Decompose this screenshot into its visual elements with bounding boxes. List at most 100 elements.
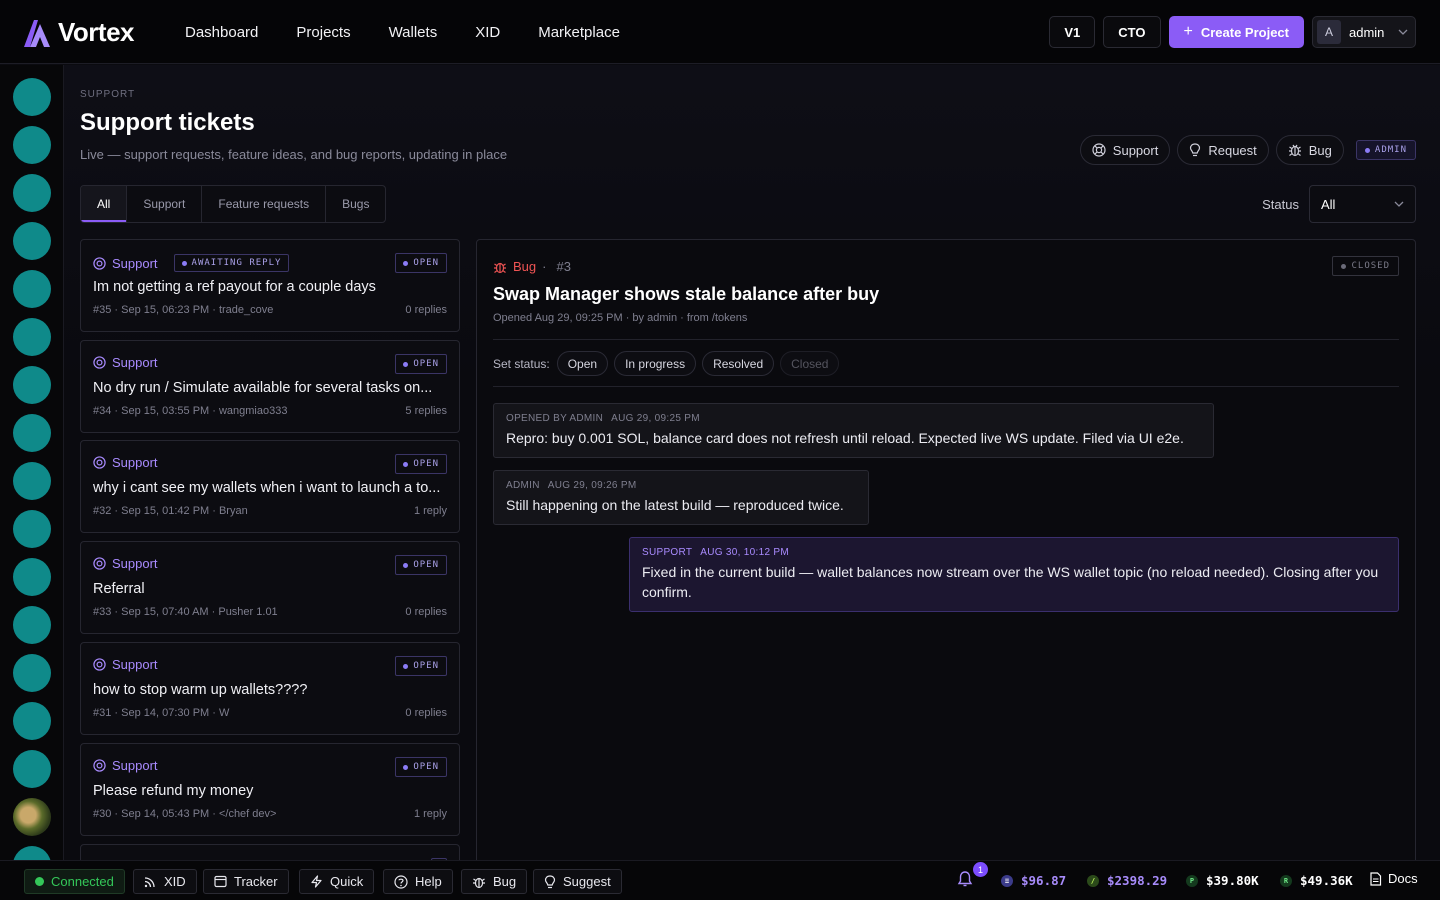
user-menu[interactable]: A admin <box>1312 16 1416 48</box>
detail-category: Bug · #3 <box>493 259 571 274</box>
bug-icon <box>494 262 506 273</box>
document-icon <box>1370 871 1382 886</box>
sidebar-project-avatar[interactable] <box>13 750 51 788</box>
ticket-card[interactable]: Support OPEN Please refund my money #30 … <box>80 743 460 836</box>
ticket-replies: 0 replies <box>405 304 447 316</box>
ticket-card[interactable]: Support OPEN Referral #33 · Sep 15, 07:4… <box>80 541 460 634</box>
sidebar-project-avatar[interactable] <box>13 558 51 596</box>
status-select-value: All <box>1321 196 1336 212</box>
ticket-meta: #31 · Sep 14, 07:30 PM · W <box>93 707 230 719</box>
new-request-button[interactable]: Request <box>1177 135 1269 165</box>
ticket-replies: 0 replies <box>405 606 447 618</box>
ticket-card[interactable]: Support AWAITING REPLY OPEN Im not getti… <box>80 239 460 332</box>
status-open-button[interactable]: Open <box>556 351 609 376</box>
sidebar-project-avatar[interactable] <box>13 414 51 452</box>
sidebar-project-avatar[interactable] <box>13 798 51 836</box>
ticket-meta: #32 · Sep 15, 01:42 PM · Bryan <box>93 505 248 517</box>
price-value: $49.36K <box>1300 873 1353 888</box>
lifebuoy-icon <box>93 557 106 570</box>
price-value: $39.80K <box>1206 873 1259 888</box>
chevron-down-icon <box>1394 201 1404 207</box>
badge-dot-icon <box>403 562 409 568</box>
ticket-card[interactable]: Support OPEN how to stop warm up wallets… <box>80 642 460 735</box>
nav-wallets[interactable]: Wallets <box>389 24 438 41</box>
ticket-card[interactable]: Support OPEN why i cant see my wallets w… <box>80 440 460 533</box>
status-select[interactable]: All <box>1309 185 1416 223</box>
suggest-button[interactable]: Suggest <box>533 869 622 894</box>
page-eyebrow: SUPPORT <box>80 89 136 100</box>
price-value: $2398.29 <box>1107 873 1168 888</box>
ticket-replies: 1 reply <box>413 808 447 820</box>
price-ticker: / $2398.29 <box>1087 873 1167 888</box>
awaiting-reply-badge: AWAITING REPLY <box>173 254 290 272</box>
sidebar-project-avatar[interactable] <box>13 606 51 644</box>
create-project-button[interactable]: + Create Project <box>1168 16 1304 48</box>
sidebar-project-avatar[interactable] <box>13 510 51 548</box>
sidebar-project-avatar[interactable] <box>13 222 51 260</box>
tracker-button-label: Tracker <box>234 874 278 889</box>
message-body: Fixed in the current build — wallet bala… <box>642 564 1379 600</box>
status-in-progress-button[interactable]: In progress <box>614 351 697 376</box>
status-badge-label: OPEN <box>413 560 439 570</box>
nav-marketplace[interactable]: Marketplace <box>538 24 620 41</box>
ticket-category-label: Support <box>112 758 158 773</box>
ticket-title: No dry run / Simulate available for seve… <box>93 380 433 396</box>
ticket-category: Support <box>93 355 158 370</box>
detail-meta: Opened Aug 29, 09:25 PM · by admin · fro… <box>493 312 748 324</box>
message-time: AUG 30, 10:12 PM <box>700 547 789 558</box>
sidebar-project-avatar[interactable] <box>13 174 51 212</box>
message-body: Repro: buy 0.001 SOL, balance card does … <box>506 430 1184 446</box>
ticket-list: Support AWAITING REPLY OPEN Im not getti… <box>80 239 460 860</box>
message-author: ADMIN <box>506 480 540 491</box>
status-badge: OPEN <box>395 253 447 273</box>
cto-button[interactable]: CTO <box>1103 16 1161 48</box>
ticket-card[interactable]: Support OPEN No dry run / Simulate avail… <box>80 340 460 433</box>
tab-bugs[interactable]: Bugs <box>326 186 385 222</box>
new-bug-button[interactable]: Bug <box>1275 135 1344 165</box>
sidebar-project-avatar[interactable] <box>13 78 51 116</box>
sidebar-project-avatar[interactable] <box>13 366 51 404</box>
ticket-category-label: Support <box>112 657 158 672</box>
pump-coin-icon: P <box>1186 874 1198 887</box>
suggest-button-label: Suggest <box>563 874 611 889</box>
detail-category-label: Bug <box>513 259 537 274</box>
docs-link[interactable]: Docs <box>1369 871 1418 886</box>
help-button[interactable]: Help <box>383 869 453 894</box>
top-bar: Vortex Dashboard Projects Wallets XID Ma… <box>0 0 1440 64</box>
ticket-title: why i cant see my wallets when i want to… <box>93 480 441 496</box>
tab-support[interactable]: Support <box>127 186 203 222</box>
sidebar-project-avatar[interactable] <box>13 462 51 500</box>
bug-report-button[interactable]: Bug <box>461 869 528 894</box>
tracker-button[interactable]: Tracker <box>203 869 289 894</box>
sidebar-project-avatar[interactable] <box>13 318 51 356</box>
bell-icon[interactable] <box>957 870 973 888</box>
lifebuoy-icon <box>93 658 106 671</box>
sidebar-project-avatar[interactable] <box>13 846 51 860</box>
new-support-button[interactable]: Support <box>1079 135 1171 165</box>
sidebar-project-avatar[interactable] <box>13 270 51 308</box>
sidebar-project-avatar[interactable] <box>13 126 51 164</box>
ticket-category: Support <box>93 758 158 773</box>
quick-button[interactable]: Quick <box>299 869 375 894</box>
lifebuoy-icon <box>93 356 106 369</box>
ticket-card[interactable] <box>80 844 460 860</box>
nav-xid[interactable]: XID <box>475 24 500 41</box>
ticket-category: Support <box>93 556 158 571</box>
nav-dashboard[interactable]: Dashboard <box>185 24 258 41</box>
nav-projects[interactable]: Projects <box>296 24 350 41</box>
signal-icon <box>144 877 155 888</box>
message-body: Still happening on the latest build — re… <box>506 497 844 513</box>
message-header: ADMIN AUG 29, 09:26 PM <box>506 480 856 491</box>
tab-all[interactable]: All <box>81 186 128 222</box>
status-badge-label: OPEN <box>413 258 439 268</box>
tab-feature-requests[interactable]: Feature requests <box>202 186 327 222</box>
status-resolved-button[interactable]: Resolved <box>702 351 775 376</box>
sidebar-project-avatar[interactable] <box>13 702 51 740</box>
ticket-meta: #34 · Sep 15, 03:55 PM · wangmiao333 <box>93 405 288 417</box>
bug-icon <box>1288 144 1301 157</box>
v1-button[interactable]: V1 <box>1049 16 1096 48</box>
lifebuoy-icon <box>93 456 106 469</box>
sidebar-project-avatar[interactable] <box>13 654 51 692</box>
xid-button[interactable]: XID <box>133 869 197 894</box>
logo[interactable]: Vortex <box>24 17 135 48</box>
